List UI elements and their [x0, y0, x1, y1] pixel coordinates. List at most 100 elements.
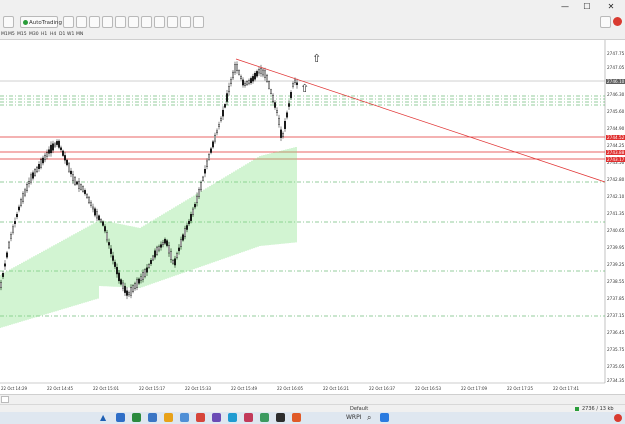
notification-icon[interactable] [614, 414, 622, 422]
candle-body [99, 219, 102, 223]
candle-body [131, 285, 134, 292]
candle-body [5, 252, 8, 258]
task-app-icon[interactable] [132, 413, 141, 422]
price-chart[interactable]: ⇧ ⇧ 2747.75 2747.05 2746.30 2745.60 2744… [0, 40, 625, 393]
up-arrow-icon[interactable]: ⇧ [300, 83, 309, 94]
task-app-icon[interactable] [164, 413, 173, 422]
tf-h1[interactable]: H1 [41, 30, 47, 39]
candle-body [157, 246, 160, 251]
task-app-icon[interactable] [276, 413, 285, 422]
task-app-icon[interactable] [228, 413, 237, 422]
candle-body [93, 208, 96, 216]
candle-body [137, 278, 140, 284]
candle-body [296, 82, 299, 85]
search-icon[interactable]: ⌕ [367, 412, 371, 423]
candle-body [292, 83, 295, 87]
candle-body [135, 279, 138, 288]
candle-body [141, 271, 144, 280]
candle-body [270, 89, 273, 94]
maximize-button[interactable]: ☐ [576, 0, 598, 14]
indicators-icon[interactable] [167, 16, 178, 28]
templates-icon[interactable] [193, 16, 204, 28]
candle-body [181, 234, 184, 241]
candle-body [159, 244, 162, 248]
candle-body [101, 221, 104, 226]
candle-body [217, 124, 220, 127]
time-tick: 22 Oct 15:17 [139, 386, 166, 391]
tf-m15[interactable]: M15 [17, 30, 27, 39]
candle-body [161, 242, 164, 245]
candle-body [286, 112, 289, 118]
chart-window-icon[interactable] [3, 16, 14, 28]
task-app-icon[interactable] [180, 413, 189, 422]
task-app-icon[interactable] [212, 413, 221, 422]
candle-body [97, 215, 100, 221]
candle-body [113, 261, 116, 267]
search-icon[interactable] [600, 16, 611, 28]
candle-body [79, 184, 82, 190]
autotrading-button[interactable]: AutoTrading [20, 16, 62, 28]
alert-icon[interactable] [613, 17, 622, 26]
chart-canvas[interactable] [0, 40, 625, 393]
task-app-icon[interactable] [244, 413, 253, 422]
candle-body [165, 240, 168, 246]
candle-body [195, 195, 198, 203]
chart-shift-icon[interactable] [154, 16, 165, 28]
tf-d1[interactable]: D1 [59, 30, 65, 39]
tf-m30[interactable]: M30 [29, 30, 39, 39]
scroll-chart-icon[interactable] [141, 16, 152, 28]
candle-body [197, 189, 200, 197]
candle-body [0, 282, 2, 288]
tf-h4[interactable]: H4 [50, 30, 56, 39]
candlestick-icon[interactable] [76, 16, 87, 28]
candle-body [253, 73, 256, 80]
search-box[interactable]: WRPI [346, 413, 362, 423]
candle-body [167, 245, 170, 254]
zoom-in-icon[interactable] [102, 16, 113, 28]
candle-body [139, 276, 142, 281]
time-tick: 22 Oct 17:25 [507, 386, 534, 391]
candle-body [7, 241, 10, 249]
candle-body [183, 228, 186, 237]
candle-body [260, 68, 263, 74]
tf-w1[interactable]: W1 [67, 30, 74, 39]
price-tick: 2740.65 [607, 228, 625, 233]
candle-body [3, 263, 6, 267]
candle-body [115, 267, 118, 275]
periods-icon[interactable] [180, 16, 191, 28]
up-arrow-icon[interactable]: ⇧ [312, 53, 321, 64]
task-app-icon[interactable] [148, 413, 157, 422]
minimize-button[interactable]: — [554, 0, 576, 14]
task-app-icon[interactable] [260, 413, 269, 422]
close-button[interactable]: ✕ [600, 0, 622, 14]
line-chart-icon[interactable] [89, 16, 100, 28]
price-tick: 2735.75 [607, 347, 625, 352]
tf-m5[interactable]: M5 [8, 30, 15, 39]
candle-body [105, 232, 108, 241]
task-app-icon[interactable] [196, 413, 205, 422]
candle-body [58, 140, 61, 148]
price-tick: 2745.60 [607, 109, 625, 114]
candle-body [223, 104, 226, 108]
task-app-icon[interactable] [292, 413, 301, 422]
tf-m1[interactable]: M1 [1, 30, 8, 39]
candle-body [149, 260, 152, 264]
start-icon[interactable] [380, 413, 389, 422]
candle-body [71, 174, 74, 181]
candle-body [274, 102, 277, 108]
candle-body [40, 159, 43, 168]
tile-windows-icon[interactable] [128, 16, 139, 28]
tf-mn[interactable]: MN [76, 30, 83, 39]
time-tick: 22 Oct 16:53 [415, 386, 442, 391]
time-tick: 22 Oct 14:45 [47, 386, 74, 391]
bar-chart-icon[interactable] [63, 16, 74, 28]
candle-body [127, 292, 130, 296]
weather-icon[interactable]: ▲ [100, 413, 106, 423]
task-app-icon[interactable] [116, 413, 125, 422]
candle-body [251, 76, 254, 82]
candle-body [145, 267, 148, 273]
chart-tab[interactable] [1, 396, 9, 403]
candle-body [171, 260, 174, 264]
candle-body [20, 199, 23, 206]
zoom-out-icon[interactable] [115, 16, 126, 28]
